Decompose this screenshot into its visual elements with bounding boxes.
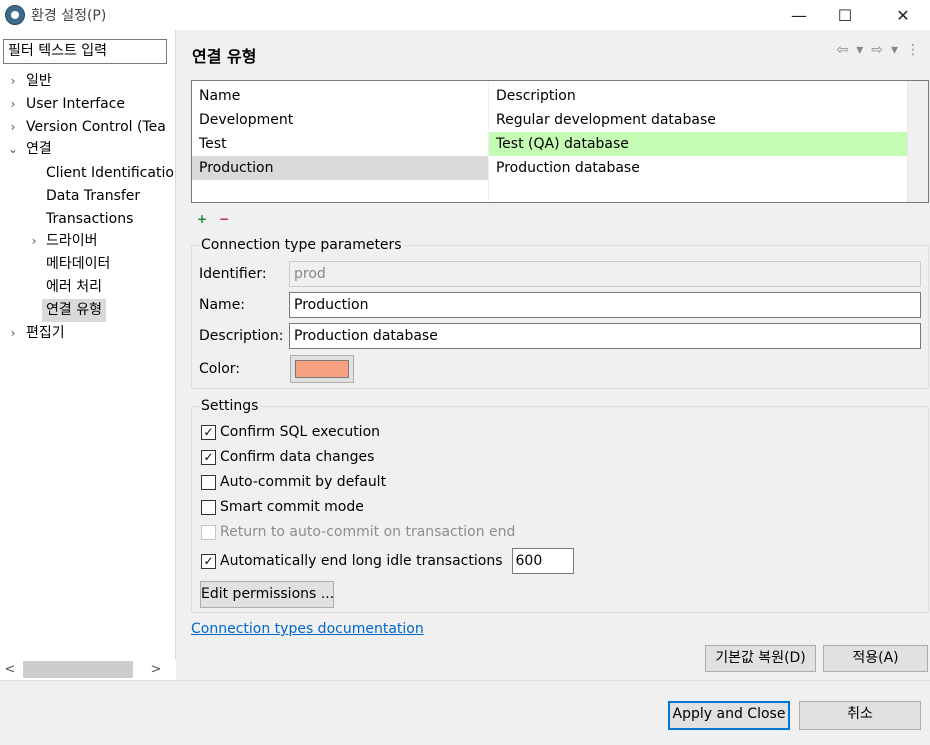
back-menu-icon[interactable]: ▾	[856, 42, 863, 58]
tree-item-editors[interactable]: 편집기	[26, 322, 65, 345]
checkbox-icon[interactable]	[201, 474, 216, 490]
connection-types-doc-link[interactable]: Connection types documentation	[191, 621, 424, 637]
remove-type-icon[interactable]: −	[216, 211, 232, 227]
checkbox-icon[interactable]: ✓	[201, 449, 216, 465]
description-field[interactable]: Production database	[289, 323, 921, 349]
scrollbar-thumb[interactable]	[23, 661, 133, 678]
page-navigation: ⇦ ▾ ⇨ ▾ ⋮	[836, 42, 920, 58]
expand-icon[interactable]: ›	[6, 116, 20, 139]
app-logo-icon	[5, 5, 25, 25]
table-row-description[interactable]: Regular development database	[489, 108, 907, 132]
forward-arrow-icon[interactable]: ⇨	[871, 42, 883, 58]
auto-commit-checkbox[interactable]: Auto-commit by default	[201, 470, 386, 494]
expand-icon[interactable]: ›	[6, 70, 20, 93]
table-actions: + −	[194, 211, 232, 227]
table-row-description[interactable]: Production database	[489, 156, 907, 180]
checkbox-icon[interactable]: ✓	[201, 424, 216, 440]
smart-commit-checkbox[interactable]: Smart commit mode	[201, 495, 364, 519]
preferences-tree-panel: 필터 텍스트 입력 › 일반 › User Interface › Versio…	[0, 30, 176, 680]
apply-and-close-button[interactable]: Apply and Close	[668, 701, 790, 730]
description-label: Description:	[199, 328, 284, 344]
checkbox-label: Confirm data changes	[220, 449, 375, 465]
table-row-name-selected[interactable]: Production	[192, 156, 488, 180]
name-label: Name:	[199, 297, 246, 313]
color-label: Color:	[199, 361, 241, 377]
more-options-icon[interactable]: ⋮	[906, 42, 920, 58]
color-picker-button[interactable]	[290, 355, 354, 383]
checkbox-icon	[201, 524, 216, 540]
checkbox-label: Smart commit mode	[220, 499, 364, 515]
tree-item-general[interactable]: 일반	[26, 70, 52, 93]
confirm-data-changes-checkbox[interactable]: ✓ Confirm data changes	[201, 445, 374, 469]
tree-item-data-transfer[interactable]: Data Transfer	[46, 185, 140, 208]
checkbox-label: Return to auto-commit on transaction end	[220, 524, 516, 540]
scroll-left-icon[interactable]: <	[0, 659, 20, 680]
scroll-right-icon[interactable]: >	[146, 659, 166, 680]
title-bar: 환경 설정(P) — ☐ ✕	[0, 0, 930, 30]
settings-group: Settings ✓ Confirm SQL execution ✓ Confi…	[191, 397, 929, 613]
return-to-auto-commit-checkbox: Return to auto-commit on transaction end	[201, 520, 515, 544]
table-row-description[interactable]: Test (QA) database	[489, 132, 907, 156]
apply-button[interactable]: 적용(A)	[823, 645, 928, 672]
checkbox-icon[interactable]	[201, 499, 216, 515]
tree-item-metadata[interactable]: 메타데이터	[46, 253, 110, 276]
filter-input[interactable]: 필터 텍스트 입력	[3, 39, 167, 64]
tree-item-connections[interactable]: 연결	[26, 138, 52, 161]
tree-item-version-control[interactable]: Version Control (Tea	[26, 116, 174, 139]
end-idle-transactions-checkbox[interactable]: ✓ Automatically end long idle transactio…	[201, 547, 574, 575]
column-header-name[interactable]: Name	[192, 84, 488, 108]
confirm-sql-execution-checkbox[interactable]: ✓ Confirm SQL execution	[201, 420, 380, 444]
idle-timeout-input[interactable]: 600	[511, 548, 574, 574]
identifier-label: Identifier:	[199, 266, 267, 282]
checkbox-label: Auto-commit by default	[220, 474, 387, 490]
horizontal-scrollbar[interactable]: < >	[0, 659, 176, 680]
checkbox-icon[interactable]: ✓	[201, 553, 216, 569]
column-header-description[interactable]: Description	[489, 84, 907, 108]
vertical-scrollbar[interactable]	[907, 81, 928, 202]
color-swatch	[295, 360, 349, 378]
checkbox-label: Confirm SQL execution	[220, 424, 381, 440]
tree-item-client-identification[interactable]: Client Identificatio	[46, 162, 174, 185]
connection-types-page: 연결 유형 ⇦ ▾ ⇨ ▾ ⋮ Name Description Develop…	[177, 30, 930, 680]
edit-permissions-button[interactable]: Edit permissions ...	[200, 581, 334, 608]
table-row-name[interactable]: Test	[192, 132, 488, 156]
tree-item-drivers[interactable]: 드라이버	[46, 230, 98, 253]
connection-type-parameters-group: Connection type parameters Identifier: p…	[191, 236, 929, 389]
page-title: 연결 유형	[192, 47, 257, 66]
forward-menu-icon[interactable]: ▾	[891, 42, 898, 58]
name-field[interactable]: Production	[289, 292, 921, 318]
dialog-button-bar: Apply and Close 취소	[0, 680, 930, 745]
minimize-button[interactable]: —	[776, 0, 822, 30]
tree-item-transactions[interactable]: Transactions	[46, 208, 133, 231]
group-title: Settings	[199, 397, 261, 415]
maximize-button[interactable]: ☐	[822, 0, 868, 30]
add-type-icon[interactable]: +	[194, 211, 210, 227]
expand-icon[interactable]: ›	[6, 322, 20, 345]
checkbox-label: Automatically end long idle transactions	[220, 553, 503, 569]
tree-item-connection-types[interactable]: 연결 유형	[42, 299, 106, 322]
collapse-icon[interactable]: ⌄	[6, 138, 20, 161]
connection-types-table: Name Description Development Regular dev…	[191, 80, 929, 203]
identifier-field: prod	[289, 261, 921, 287]
back-arrow-icon[interactable]: ⇦	[836, 42, 848, 58]
table-row-name[interactable]: Development	[192, 108, 488, 132]
expand-icon[interactable]: ›	[27, 230, 41, 253]
tree-item-user-interface[interactable]: User Interface	[26, 93, 125, 116]
cancel-button[interactable]: 취소	[799, 701, 921, 730]
group-title: Connection type parameters	[199, 236, 404, 254]
expand-icon[interactable]: ›	[6, 93, 20, 116]
window-title: 환경 설정(P)	[31, 8, 107, 24]
restore-defaults-button[interactable]: 기본값 복원(D)	[705, 645, 816, 672]
close-button[interactable]: ✕	[880, 0, 926, 30]
tree-item-error-handling[interactable]: 에러 처리	[46, 276, 102, 299]
